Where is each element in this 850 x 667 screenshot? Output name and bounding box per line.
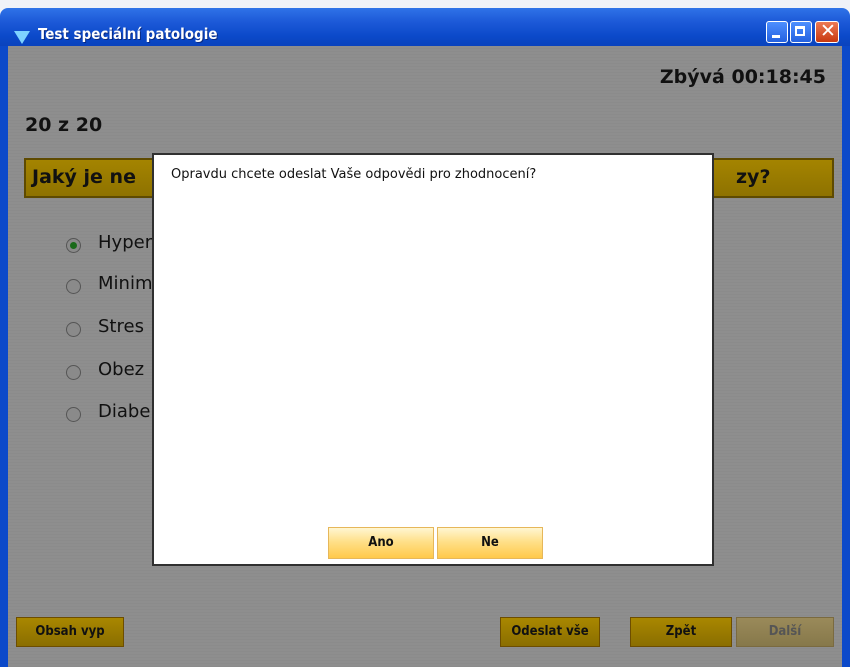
confirm-dialog: Opravdu chcete odeslat Vaše odpovědi pro… xyxy=(152,153,714,566)
maximize-button[interactable] xyxy=(790,21,812,43)
question-text: Jaký je ne xyxy=(32,166,136,188)
minimize-button[interactable] xyxy=(766,21,788,43)
back-button[interactable]: Zpět xyxy=(630,617,732,647)
close-button[interactable]: ✕ xyxy=(815,20,839,43)
window-frame-left xyxy=(0,46,8,667)
radio-button-selected[interactable] xyxy=(66,238,81,253)
window-frame-right xyxy=(842,46,850,667)
window-title: Test speciální patologie xyxy=(38,25,218,43)
dialog-message: Opravdu chcete odeslat Vaše odpovědi pro… xyxy=(171,167,537,182)
close-icon: ✕ xyxy=(820,20,836,42)
answer-label: Diabe xyxy=(98,401,151,422)
submit-all-button[interactable]: Odeslat vše xyxy=(500,617,600,647)
application-window: Test speciální patologie ✕ Zbývá 00:18:4… xyxy=(0,0,850,667)
yes-button[interactable]: Ano xyxy=(328,527,434,559)
radio-button[interactable] xyxy=(66,365,81,380)
next-button: Další xyxy=(736,617,834,647)
time-remaining: Zbývá 00:18:45 xyxy=(659,66,826,88)
question-counter: 20 z 20 xyxy=(25,114,103,136)
question-text-end: zy? xyxy=(736,166,771,188)
maximize-icon xyxy=(795,26,805,36)
radio-button[interactable] xyxy=(66,407,81,422)
radio-button[interactable] xyxy=(66,279,81,294)
radio-button[interactable] xyxy=(66,322,81,337)
answer-label: Hyper xyxy=(98,232,153,253)
no-button[interactable]: Ne xyxy=(437,527,543,559)
title-bar[interactable]: Test speciální patologie ✕ xyxy=(0,8,850,46)
answer-label: Obez xyxy=(98,359,145,380)
app-icon xyxy=(14,31,30,44)
minimize-icon xyxy=(772,35,780,38)
contents-button[interactable]: Obsah vyp xyxy=(16,617,124,647)
answer-label: Stres xyxy=(98,316,144,337)
answer-label: Minim xyxy=(98,273,153,294)
